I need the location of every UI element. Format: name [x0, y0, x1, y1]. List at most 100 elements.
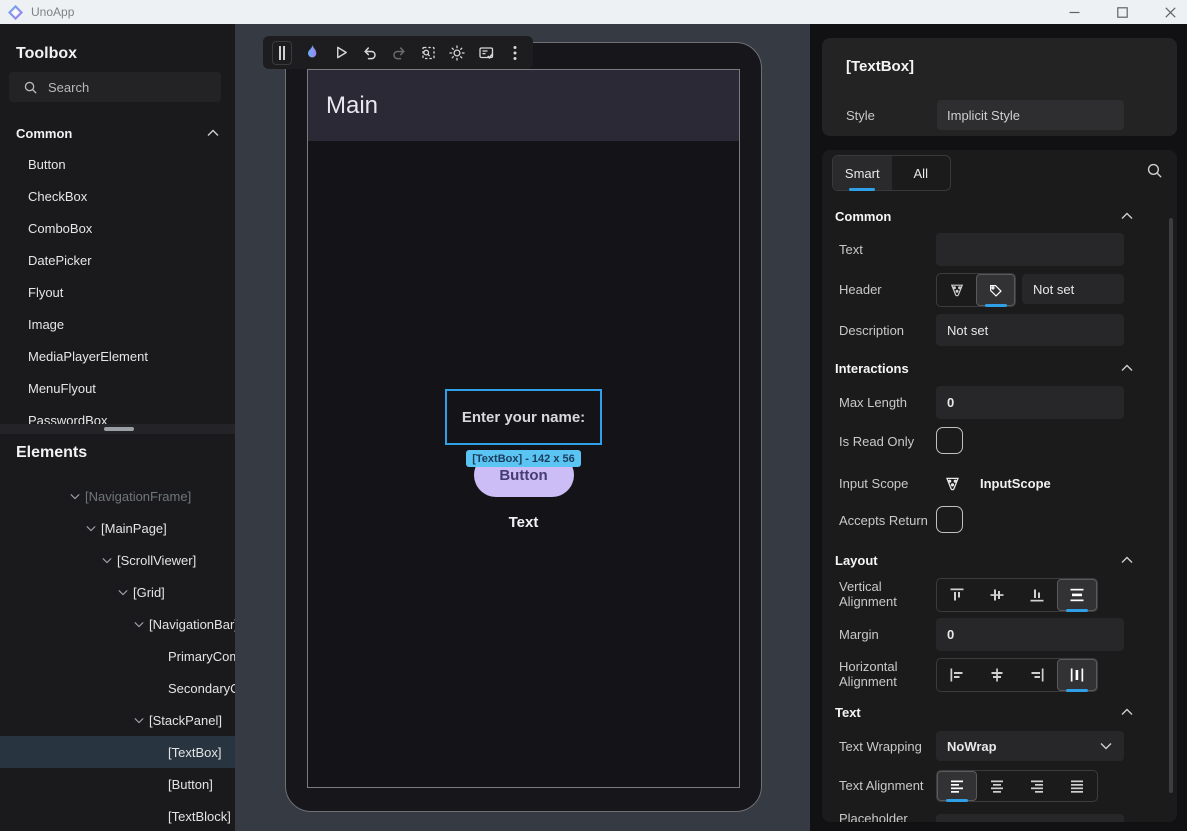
vertical-alignment-label: Vertical Alignment — [839, 578, 911, 610]
chevron-up-icon[interactable] — [1121, 556, 1133, 564]
section-interactions: Interactions — [835, 359, 1155, 377]
toolbox-group-common[interactable]: Common — [16, 123, 219, 143]
accepts-return-label: Accepts Return — [839, 506, 928, 534]
design-textbox-selected[interactable]: Enter your name: — [445, 389, 602, 445]
toolbox-item-datepicker[interactable]: DatePicker — [0, 244, 235, 276]
header-binding-toggle[interactable] — [937, 274, 976, 306]
text-align-justify-icon[interactable] — [1057, 771, 1097, 801]
toolbox-item-checkbox[interactable]: CheckBox — [0, 180, 235, 212]
properties-search-icon[interactable] — [1146, 162, 1163, 179]
header-literal-toggle[interactable] — [976, 274, 1015, 306]
toolbox-item-flyout[interactable]: Flyout — [0, 276, 235, 308]
redo-icon[interactable] — [390, 44, 408, 62]
section-layout: Layout — [835, 551, 1155, 569]
left-sidebar: Toolbox Search Common Button CheckBox Co… — [0, 24, 235, 831]
toolbox-item-image[interactable]: Image — [0, 308, 235, 340]
toolbox-item-mediaplayerelement[interactable]: MediaPlayerElement — [0, 340, 235, 372]
elements-tree: [NavigationFrame] [MainPage] [ScrollView… — [0, 480, 235, 831]
text-wrapping-dropdown[interactable]: NoWrap — [936, 731, 1124, 761]
brightness-icon[interactable] — [448, 44, 466, 62]
v-align-center-icon[interactable] — [977, 579, 1017, 611]
search-icon — [23, 80, 38, 95]
v-align-bottom-icon[interactable] — [1017, 579, 1057, 611]
tree-item-primarycommands[interactable]: PrimaryCommands — [0, 640, 235, 672]
chevron-down-icon[interactable] — [86, 525, 96, 532]
input-scope-value[interactable]: InputScope — [980, 468, 1051, 498]
h-align-stretch-icon[interactable] — [1057, 659, 1097, 691]
is-read-only-checkbox[interactable] — [936, 427, 963, 454]
text-align-center-icon[interactable] — [977, 771, 1017, 801]
is-read-only-label: Is Read Only — [839, 427, 914, 455]
chevron-up-icon[interactable] — [1121, 212, 1133, 220]
chevron-down-icon[interactable] — [134, 717, 144, 724]
style-field[interactable]: Implicit Style — [937, 100, 1124, 130]
v-align-stretch-icon[interactable] — [1057, 579, 1097, 611]
element-picker-icon[interactable] — [419, 44, 437, 62]
form-validation-icon[interactable] — [477, 44, 495, 62]
properties-scrollbar[interactable] — [1169, 218, 1173, 793]
design-textblock[interactable]: Text — [509, 514, 539, 531]
header-field[interactable]: Not set — [1022, 274, 1124, 304]
kebab-menu-icon[interactable] — [506, 44, 524, 62]
uno-logo-icon — [8, 5, 23, 20]
chevron-up-icon[interactable] — [1121, 364, 1133, 372]
close-button[interactable] — [1159, 2, 1181, 22]
chevron-down-icon[interactable] — [118, 589, 128, 596]
play-icon[interactable] — [332, 44, 350, 62]
tree-item-navigationframe[interactable]: [NavigationFrame] — [0, 480, 235, 512]
toolbox-item-button[interactable]: Button — [0, 148, 235, 180]
h-align-right-icon[interactable] — [1017, 659, 1057, 691]
tree-item-grid[interactable]: [Grid] — [0, 576, 235, 608]
v-align-top-icon[interactable] — [937, 579, 977, 611]
device-screen: Main Enter your name: [TextBox] - 142 x … — [307, 69, 740, 788]
text-align-right-icon[interactable] — [1017, 771, 1057, 801]
tree-item-button[interactable]: [Button] — [0, 768, 235, 800]
placeholder-input[interactable] — [936, 814, 1124, 822]
chevron-down-icon — [1100, 742, 1112, 750]
tree-item-textblock[interactable]: [TextBlock] — [0, 800, 235, 831]
header-mode-toggle — [936, 273, 1016, 307]
toolbox-search-input[interactable]: Search — [9, 72, 221, 102]
margin-input[interactable]: 0 — [936, 618, 1124, 651]
tree-item-scrollviewer[interactable]: [ScrollViewer] — [0, 544, 235, 576]
tab-all[interactable]: All — [892, 156, 951, 190]
tab-smart[interactable]: Smart — [833, 156, 892, 190]
margin-label: Margin — [839, 618, 879, 651]
minimize-button[interactable] — [1063, 2, 1085, 22]
toolbox-list: Button CheckBox ComboBox DatePicker Flyo… — [0, 148, 235, 436]
tree-item-stackpanel[interactable]: [StackPanel] — [0, 704, 235, 736]
chevron-up-icon[interactable] — [1121, 708, 1133, 716]
properties-panel-title: [TextBox] — [846, 58, 914, 75]
tree-item-mainpage[interactable]: [MainPage] — [0, 512, 235, 544]
tree-item-secondarycommands[interactable]: SecondaryCommands — [0, 672, 235, 704]
max-length-input[interactable]: 0 — [936, 386, 1124, 419]
maximize-button[interactable] — [1111, 2, 1133, 22]
accepts-return-checkbox[interactable] — [936, 506, 963, 533]
properties-card: Smart All Common Text Header — [822, 150, 1177, 822]
vertical-alignment-toggle — [936, 578, 1098, 612]
drag-handle-icon[interactable] — [272, 41, 292, 65]
splitter-grip[interactable] — [104, 427, 134, 431]
h-align-center-icon[interactable] — [977, 659, 1017, 691]
toolbox-item-menuflyout[interactable]: MenuFlyout — [0, 372, 235, 404]
panel-splitter[interactable] — [0, 424, 235, 434]
tree-item-navigationbar[interactable]: [NavigationBar] — [0, 608, 235, 640]
tree-item-textbox-selected[interactable]: [TextBox] — [0, 736, 235, 768]
flame-icon[interactable] — [303, 44, 321, 62]
binding-icon[interactable] — [944, 475, 961, 492]
text-input[interactable] — [936, 233, 1124, 266]
chevron-down-icon[interactable] — [102, 557, 112, 564]
description-field[interactable]: Not set — [936, 314, 1124, 346]
text-alignment-label: Text Alignment — [839, 770, 924, 800]
toolbox-title: Toolbox — [16, 45, 77, 63]
toolbox-item-combobox[interactable]: ComboBox — [0, 212, 235, 244]
active-toggle-indicator — [946, 799, 968, 802]
h-align-left-icon[interactable] — [937, 659, 977, 691]
text-align-left-icon[interactable] — [937, 771, 977, 801]
undo-icon[interactable] — [361, 44, 379, 62]
search-placeholder: Search — [48, 80, 89, 95]
text-alignment-toggle — [936, 770, 1098, 802]
chevron-down-icon[interactable] — [134, 621, 144, 628]
chevron-down-icon[interactable] — [70, 493, 80, 500]
design-canvas: Main Enter your name: [TextBox] - 142 x … — [235, 24, 810, 831]
